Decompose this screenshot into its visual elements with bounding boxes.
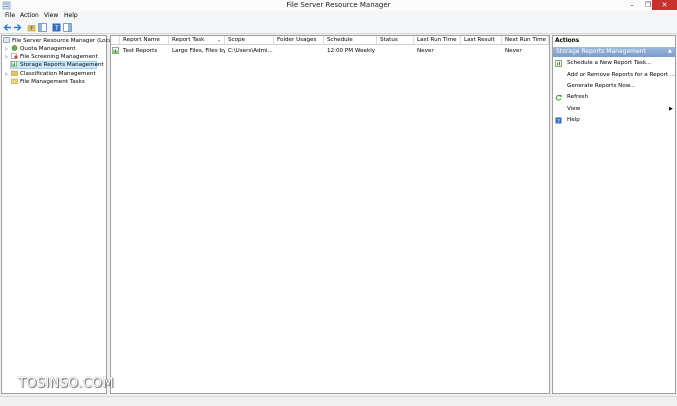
cell-folder-usages — [274, 47, 324, 55]
cell-report-task: Large Files, Files by... — [172, 48, 225, 54]
cell-next-run-time: Never — [505, 48, 522, 54]
menu-action[interactable]: Action — [20, 12, 39, 20]
collapse-arrow-icon[interactable]: ▲ — [668, 48, 672, 54]
console-tree — [1, 35, 107, 394]
status-bar — [0, 396, 677, 406]
column-header-last-run-time[interactable]: Last Run Time — [414, 36, 461, 45]
expand-arrow-icon[interactable]: ▷ — [5, 54, 8, 59]
action-view[interactable]: View — [567, 105, 580, 113]
cell-status — [377, 47, 414, 55]
schedule-report-icon — [555, 60, 562, 67]
action-add-remove-reports[interactable]: Add or Remove Reports for a Report ... — [567, 71, 675, 79]
back-arrow-icon[interactable] — [3, 23, 12, 32]
cell-report-name: Test Reports — [123, 48, 158, 54]
tree-item-label: Quota Management — [20, 46, 76, 52]
help-icon[interactable]: ? — [52, 23, 61, 32]
help-icon: ? — [555, 117, 562, 124]
storage-report-icon — [11, 61, 17, 67]
tree-item-file-management-tasks[interactable]: File Management Tasks — [11, 78, 85, 86]
menu-bar — [0, 11, 677, 21]
window-title: File Server Resource Manager — [286, 1, 391, 9]
up-folder-icon[interactable] — [27, 23, 36, 32]
action-refresh[interactable]: Refresh — [567, 93, 588, 101]
cell-schedule: 12:00 PM Weekly ... — [327, 48, 377, 54]
column-header-report-name[interactable]: Report Name — [120, 36, 169, 45]
tree-root-label: File Server Resource Manager (Local) — [12, 38, 116, 44]
tree-item-label: File Screening Management — [20, 54, 98, 60]
tree-item-classification[interactable]: Classification Management — [11, 70, 96, 78]
tree-item-label: File Management Tasks — [20, 79, 85, 85]
show-hide-action-pane-icon[interactable] — [63, 23, 72, 32]
menu-help[interactable]: Help — [64, 12, 78, 20]
report-task-icon — [112, 47, 119, 54]
column-header-icon[interactable] — [111, 36, 120, 45]
menu-view[interactable]: View — [44, 12, 58, 20]
cell-scope: C:\Users\Admi... — [228, 48, 273, 54]
expand-arrow-icon[interactable]: ▷ — [5, 46, 8, 51]
refresh-icon — [555, 95, 562, 101]
column-header-schedule[interactable]: Schedule — [324, 36, 377, 45]
close-button[interactable]: ✕ — [652, 0, 677, 10]
show-hide-console-tree-icon[interactable] — [38, 23, 47, 32]
sort-arrow-icon: ▾ — [218, 38, 221, 43]
cell-last-run-time: Never — [417, 48, 434, 54]
tree-item-file-screening[interactable]: File Screening Management — [11, 53, 98, 61]
column-header-last-result[interactable]: Last Result — [461, 36, 502, 45]
svg-text:?: ? — [557, 119, 560, 124]
tree-item-storage-reports[interactable]: Storage Reports Management — [11, 61, 104, 69]
server-icon — [3, 37, 10, 43]
tree-item-label: Classification Management — [20, 71, 96, 77]
minimize-button[interactable]: – — [625, 0, 639, 10]
menu-file[interactable]: File — [5, 12, 15, 20]
column-header-folder-usages[interactable]: Folder Usages — [274, 36, 324, 45]
tree-root[interactable]: File Server Resource Manager (Local) — [3, 37, 116, 45]
action-generate-reports-now[interactable]: Generate Reports Now... — [567, 82, 635, 90]
column-header-report-task[interactable]: Report Task — [169, 36, 225, 45]
column-header-scope[interactable]: Scope — [225, 36, 274, 45]
actions-section-header[interactable]: Storage Reports Management — [553, 47, 675, 57]
action-help[interactable]: Help — [567, 116, 580, 124]
action-schedule-new-report-task[interactable]: Schedule a New Report Task... — [567, 59, 651, 67]
actions-title: Actions — [555, 38, 580, 44]
submenu-arrow-icon: ▶ — [669, 106, 673, 112]
forward-arrow-icon[interactable] — [13, 23, 22, 32]
file-tasks-icon — [11, 78, 18, 84]
toolbar — [0, 21, 677, 34]
watermark-brand: TOSINSO.COM — [18, 376, 114, 391]
quota-icon — [11, 45, 18, 51]
tree-item-label: Storage Reports Management — [20, 62, 104, 68]
tree-item-quota[interactable]: Quota Management — [11, 45, 76, 53]
classification-icon — [11, 70, 18, 76]
expand-arrow-icon[interactable]: ▷ — [5, 71, 8, 76]
column-header-status[interactable]: Status — [377, 36, 414, 45]
svg-text:?: ? — [55, 24, 59, 32]
column-header-next-run-time[interactable]: Next Run Time — [502, 36, 549, 45]
report-task-list — [110, 35, 550, 394]
file-screening-icon — [11, 53, 18, 59]
cell-last-result — [461, 47, 502, 55]
